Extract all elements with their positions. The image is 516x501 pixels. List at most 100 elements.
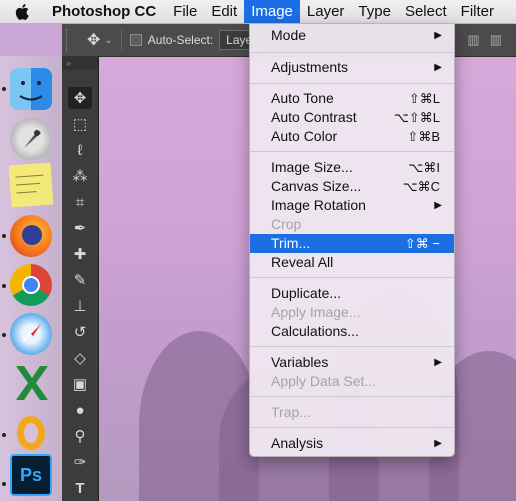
photoshop-dock-label: Ps — [19, 464, 43, 485]
magic-wand-tool-icon[interactable]: ⁂ — [68, 165, 92, 187]
menu-layer[interactable]: Layer — [300, 0, 352, 23]
submenu-arrow-icon: ▶ — [434, 357, 442, 368]
menu-item-duplicate[interactable]: Duplicate... — [250, 284, 454, 303]
menu-app-name[interactable]: Photoshop CC — [46, 0, 166, 23]
menu-item-canvas-size[interactable]: Canvas Size... ⌥⌘C — [250, 177, 454, 196]
menu-bar: Photoshop CC File Edit Image Layer Type … — [0, 0, 516, 24]
menu-edit[interactable]: Edit — [204, 0, 244, 23]
menu-item-label: Trim... — [271, 235, 311, 251]
menu-item-reveal-all[interactable]: Reveal All — [250, 253, 454, 272]
move-tool-preset-icon[interactable]: ✥ — [87, 30, 100, 50]
photoshop-icon[interactable]: Ps — [10, 454, 52, 496]
tools-collapse-toggle[interactable]: » — [62, 56, 98, 70]
shortcut: ⇧⌘ − — [404, 236, 440, 251]
menu-item-auto-tone[interactable]: Auto Tone ⇧⌘L — [250, 89, 454, 108]
menu-item-variables[interactable]: Variables ▶ — [250, 353, 454, 372]
dock-running-indicator — [2, 482, 6, 486]
menu-item-apply-image: Apply Image... — [250, 303, 454, 322]
menu-separator — [250, 151, 454, 152]
move-tool-icon[interactable]: ✥ — [68, 87, 92, 109]
dock: Ps — [0, 56, 62, 501]
options-grip[interactable] — [66, 29, 75, 51]
outlook-icon[interactable] — [10, 412, 52, 454]
menu-item-label: Canvas Size... — [271, 178, 362, 194]
menu-item-calculations[interactable]: Calculations... — [250, 322, 454, 341]
menu-item-mode[interactable]: Mode ▶ — [250, 26, 454, 45]
firefox-icon[interactable] — [10, 215, 52, 257]
menu-item-image-rotation[interactable]: Image Rotation ▶ — [250, 196, 454, 215]
tools-panel: » ✥ ⬚ ℓ ⁂ ⌗ ✒ ✚ ✎ ⊥ ↺ ◇ ▣ ● ⚲ ✑ T — [62, 56, 99, 501]
healing-brush-tool-icon[interactable]: ✚ — [68, 243, 92, 265]
shortcut: ⇧⌘L — [408, 91, 440, 106]
menu-item-label: Apply Data Set... — [271, 373, 377, 389]
menu-type[interactable]: Type — [351, 0, 398, 23]
menu-separator — [250, 346, 454, 347]
menu-separator — [250, 52, 454, 53]
launchpad-icon[interactable] — [10, 118, 52, 160]
submenu-arrow-icon: ▶ — [434, 200, 442, 211]
shortcut: ⌥⇧⌘L — [393, 110, 440, 125]
menu-item-label: Reveal All — [271, 254, 334, 270]
blur-tool-icon[interactable]: ● — [68, 399, 92, 421]
menu-item-label: Image Size... — [271, 159, 353, 175]
lasso-tool-icon[interactable]: ℓ — [68, 139, 92, 161]
submenu-arrow-icon: ▶ — [434, 30, 442, 41]
menu-item-image-size[interactable]: Image Size... ⌥⌘I — [250, 158, 454, 177]
menu-item-label: Auto Tone — [271, 90, 334, 106]
type-tool-icon[interactable]: T — [68, 477, 92, 499]
brush-tool-icon[interactable]: ✎ — [68, 269, 92, 291]
menu-file[interactable]: File — [166, 0, 204, 23]
menu-item-label: Mode — [271, 27, 307, 43]
menu-item-adjustments[interactable]: Adjustments ▶ — [250, 58, 454, 77]
pen-tool-icon[interactable]: ✑ — [68, 451, 92, 473]
eyedropper-tool-icon[interactable]: ✒ — [68, 217, 92, 239]
clone-stamp-tool-icon[interactable]: ⊥ — [68, 295, 92, 317]
dock-running-indicator — [2, 433, 6, 437]
eraser-tool-icon[interactable]: ◇ — [68, 347, 92, 369]
dock-running-indicator — [2, 87, 6, 91]
chrome-icon[interactable] — [10, 264, 52, 306]
finder-icon[interactable] — [10, 68, 52, 110]
image-menu: Mode ▶ Adjustments ▶ Auto Tone ⇧⌘L Auto … — [249, 23, 455, 457]
menu-item-trim[interactable]: Trim... ⇧⌘ − — [250, 234, 454, 253]
align-buttons: ▥ ▥ — [467, 32, 502, 48]
menu-image[interactable]: Image — [244, 0, 300, 23]
menu-item-label: Crop — [271, 216, 302, 232]
menu-item-label: Adjustments — [271, 59, 349, 75]
stickies-icon[interactable] — [8, 162, 54, 208]
menu-separator — [250, 396, 454, 397]
menu-item-analysis[interactable]: Analysis ▶ — [250, 434, 454, 453]
menu-select[interactable]: Select — [398, 0, 454, 23]
dock-running-indicator — [2, 234, 6, 238]
menu-item-auto-color[interactable]: Auto Color ⇧⌘B — [250, 127, 454, 146]
menu-item-auto-contrast[interactable]: Auto Contrast ⌥⇧⌘L — [250, 108, 454, 127]
auto-select-label: Auto-Select: — [147, 33, 214, 47]
crop-tool-icon[interactable]: ⌗ — [68, 191, 92, 213]
shortcut: ⇧⌘B — [407, 129, 440, 144]
menu-filter[interactable]: Filter — [454, 0, 501, 23]
menu-item-label: Auto Contrast — [271, 109, 357, 125]
menu-separator — [250, 277, 454, 278]
marquee-tool-icon[interactable]: ⬚ — [68, 113, 92, 135]
history-brush-tool-icon[interactable]: ↺ — [68, 321, 92, 343]
menu-separator — [250, 427, 454, 428]
menu-item-label: Duplicate... — [271, 285, 342, 301]
menu-item-crop: Crop — [250, 215, 454, 234]
align-top-icon[interactable]: ▥ — [467, 32, 479, 48]
shortcut: ⌥⌘I — [408, 160, 440, 175]
menu-item-label: Auto Color — [271, 128, 338, 144]
auto-select-checkbox[interactable] — [129, 34, 142, 46]
menu-item-label: Variables — [271, 354, 329, 370]
align-bottom-icon[interactable]: ▥ — [490, 32, 502, 48]
menu-item-label: Image Rotation — [271, 197, 366, 213]
dock-running-indicator — [2, 333, 6, 337]
gradient-tool-icon[interactable]: ▣ — [68, 373, 92, 395]
dodge-tool-icon[interactable]: ⚲ — [68, 425, 92, 447]
chevron-down-icon[interactable]: ⌄ — [104, 35, 112, 46]
menu-separator — [250, 83, 454, 84]
safari-icon[interactable] — [10, 313, 52, 355]
apple-icon[interactable] — [12, 3, 32, 20]
shortcut: ⌥⌘C — [402, 179, 440, 194]
excel-icon[interactable] — [10, 362, 52, 404]
menu-item-label: Apply Image... — [271, 304, 361, 320]
